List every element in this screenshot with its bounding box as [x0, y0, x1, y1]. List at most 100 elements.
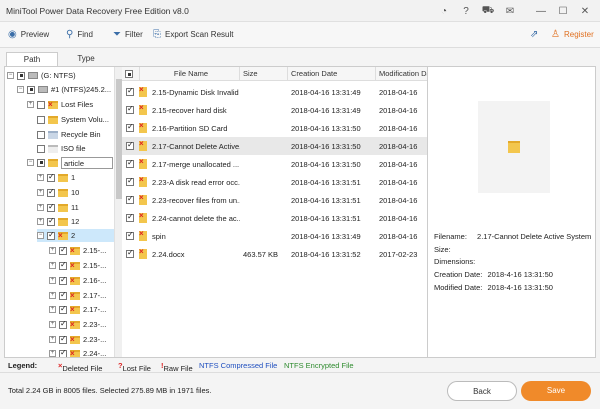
row-checkbox[interactable] [126, 248, 134, 258]
row-checkbox[interactable] [126, 140, 134, 150]
maximize-icon[interactable]: ☐ [556, 4, 570, 18]
row-checkbox[interactable] [126, 194, 134, 204]
tree-item-sub[interactable]: + 2.15-... [49, 259, 106, 272]
tree-item-article[interactable]: − article [27, 156, 113, 169]
tree-item-10[interactable]: + 10 [37, 186, 79, 199]
expand-icon[interactable]: + [49, 306, 56, 313]
tab-path[interactable]: Path [6, 52, 58, 66]
table-row[interactable]: 2.16-Partition SD Card 2018-04-16 13:31:5… [122, 119, 427, 137]
tree-checkbox[interactable] [27, 85, 35, 94]
tree-item-sub[interactable]: + 2.17-... [49, 289, 106, 302]
tree-item-sub[interactable]: + 2.17-... [49, 303, 106, 316]
header-creation-date[interactable]: Creation Date [288, 67, 376, 81]
tree-item-12[interactable]: + 12 [37, 215, 79, 228]
tree-checkbox[interactable] [59, 245, 67, 255]
tree-item-sub[interactable]: + 2.23-... [49, 318, 106, 331]
header-modification-date[interactable]: Modification Da [376, 67, 427, 81]
share-button[interactable]: ⇗ [530, 29, 538, 40]
tree-checkbox[interactable] [37, 115, 45, 124]
tree-item-sub[interactable]: + 2.23-... [49, 333, 106, 346]
row-checkbox[interactable] [126, 104, 134, 114]
tree-checkbox[interactable] [47, 187, 55, 197]
minimize-icon[interactable]: — [534, 4, 548, 18]
expand-icon[interactable]: + [37, 204, 44, 211]
collapse-icon[interactable]: − [7, 72, 14, 79]
back-button[interactable]: Back [447, 381, 517, 401]
row-checkbox[interactable] [126, 86, 134, 96]
tab-type[interactable]: Type [60, 52, 112, 66]
collapse-icon[interactable]: − [27, 159, 34, 166]
table-row[interactable]: 2.24.docx 463.57 KB 2018-04-16 13:31:52 201… [122, 245, 427, 263]
help-icon[interactable]: ? [459, 4, 473, 18]
header-size[interactable]: Size [240, 67, 288, 81]
mail-icon[interactable]: ✉ [503, 4, 517, 18]
row-checkbox[interactable] [126, 158, 134, 168]
close-icon[interactable]: ✕ [578, 4, 592, 18]
filter-button[interactable]: ⏷ Filter [113, 29, 143, 40]
tree-checkbox[interactable] [59, 275, 67, 285]
expand-icon[interactable]: + [49, 277, 56, 284]
tree-item-11[interactable]: + 11 [37, 201, 79, 214]
expand-icon[interactable]: + [49, 247, 56, 254]
tree-checkbox[interactable] [37, 100, 45, 109]
expand-icon[interactable]: + [27, 101, 34, 108]
tree-item-partition[interactable]: − #1 (NTFS)245.2... [17, 83, 111, 96]
tree-checkbox[interactable] [37, 158, 45, 167]
tree-checkbox[interactable] [59, 334, 67, 344]
collapse-icon[interactable]: − [17, 86, 24, 93]
table-row[interactable]: spin 2018-04-16 13:31:49 2018-04-16 [122, 227, 427, 245]
tree-item-lost-files[interactable]: + Lost Files [27, 98, 93, 111]
expand-icon[interactable]: + [37, 189, 44, 196]
expand-icon[interactable]: + [37, 174, 44, 181]
export-scan-result-button[interactable]: ⎘ Export Scan Result [153, 29, 233, 40]
tree-item-root[interactable]: − (G: NTFS) [7, 69, 76, 82]
speedometer-icon[interactable]: ◔ [437, 4, 451, 18]
row-checkbox[interactable] [126, 230, 134, 240]
table-row[interactable]: 2.17-Cannot Delete Active... 2018-04-16 1… [122, 137, 427, 155]
table-row[interactable]: 2.23-recover files from un... 2018-04-16 … [122, 191, 427, 209]
tree-item-sub[interactable]: + 2.24-... [49, 347, 106, 357]
collapse-icon[interactable]: − [37, 232, 44, 239]
expand-icon[interactable]: + [49, 350, 56, 357]
tree-checkbox[interactable] [59, 290, 67, 300]
expand-icon[interactable]: + [49, 336, 56, 343]
tree-checkbox[interactable] [59, 319, 67, 329]
tree-scrollbar[interactable] [114, 67, 122, 357]
tree-checkbox[interactable] [59, 304, 67, 314]
tree-checkbox[interactable] [47, 230, 55, 240]
table-row[interactable]: 2.17-merge unallocated ... 2018-04-16 13:… [122, 155, 427, 173]
tree-checkbox[interactable] [59, 348, 67, 357]
expand-icon[interactable]: + [49, 292, 56, 299]
tree-checkbox[interactable] [37, 130, 45, 139]
tree-item-iso-file[interactable]: ISO file [37, 142, 86, 155]
tree-checkbox[interactable] [37, 144, 45, 153]
tree-item-sub[interactable]: + 2.15-... [49, 244, 106, 257]
table-row[interactable]: 2.23-A disk read error occ... 2018-04-16 … [122, 173, 427, 191]
tree-item-1[interactable]: + 1 [37, 171, 75, 184]
header-file-name[interactable]: File Name [140, 67, 240, 81]
tree-item-sub[interactable]: + 2.16-... [49, 274, 106, 287]
save-button[interactable]: Save [521, 381, 591, 401]
row-checkbox[interactable] [126, 122, 134, 132]
expand-icon[interactable]: + [49, 262, 56, 269]
table-row[interactable]: 2.24-cannot delete the ac... 2018-04-16 1… [122, 209, 427, 227]
tree-checkbox[interactable] [59, 260, 67, 270]
row-checkbox[interactable] [126, 212, 134, 222]
tree-checkbox[interactable] [47, 202, 55, 212]
table-row[interactable]: 2.15-recover hard disk 2018-04-16 13:31:4… [122, 101, 427, 119]
find-button[interactable]: ⚲ Find [66, 29, 93, 40]
tree-item-2[interactable]: − 2 [37, 229, 117, 242]
tree-item-system-volume[interactable]: System Volu... [37, 113, 109, 126]
select-all-checkbox[interactable] [125, 70, 133, 78]
tree-checkbox[interactable] [17, 71, 25, 80]
tree-checkbox[interactable] [47, 172, 55, 182]
expand-icon[interactable]: + [49, 321, 56, 328]
tree-item-recycle-bin[interactable]: Recycle Bin [37, 128, 101, 141]
preview-button[interactable]: ◉ Preview [8, 29, 49, 40]
row-checkbox[interactable] [126, 176, 134, 186]
cart-icon[interactable]: ⛟ [481, 4, 495, 18]
rename-field[interactable]: article [61, 156, 113, 169]
tree-checkbox[interactable] [47, 216, 55, 226]
expand-icon[interactable]: + [37, 218, 44, 225]
table-row[interactable]: 2.15-Dynamic Disk Invalid 2018-04-16 13:3… [122, 83, 427, 101]
